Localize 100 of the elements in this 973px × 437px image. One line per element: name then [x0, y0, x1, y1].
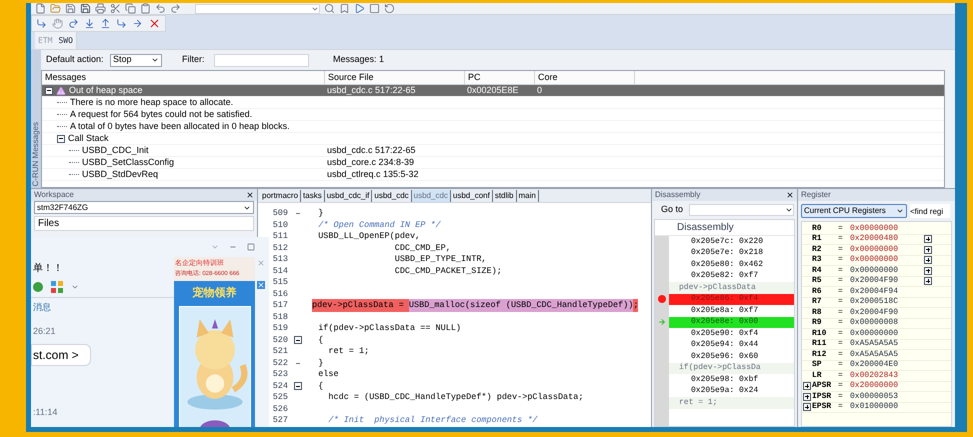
- filter-label: Filter:: [182, 53, 206, 66]
- redo-icon[interactable]: [170, 3, 181, 14]
- register-value: 0x20004F90: [850, 275, 900, 288]
- printer-icon[interactable]: [95, 3, 106, 14]
- message-link[interactable]: 消息: [31, 301, 174, 314]
- expand-icon[interactable]: [924, 256, 932, 264]
- caret-icon: [896, 207, 904, 215]
- close-icon[interactable]: [246, 191, 254, 199]
- project-dropdown[interactable]: stm32F746ZG: [34, 201, 254, 214]
- stop-icon[interactable]: [369, 3, 380, 14]
- hand-icon[interactable]: [52, 18, 63, 29]
- default-action-dropdown[interactable]: Stop: [110, 54, 162, 66]
- code-line: if(pdev->pClassData == NULL): [317, 322, 462, 336]
- register-value: 0x00000000: [850, 244, 900, 256]
- column-header[interactable]: Source File: [325, 71, 465, 84]
- message-text: Call Stack: [68, 132, 109, 145]
- filter-field[interactable]: [214, 54, 309, 66]
- expand-icon[interactable]: [803, 392, 811, 401]
- code-line: {: [317, 380, 324, 393]
- instruction-line: 0x205e82: 0xf7: [690, 270, 760, 282]
- play-icon[interactable]: [354, 3, 365, 14]
- register-name: R0: [812, 222, 823, 234]
- source-file-cell: usbd_ctlreq.c 135:5-32: [327, 168, 419, 179]
- undo-icon[interactable]: [155, 3, 166, 14]
- ad-title: 宠物领养: [192, 286, 236, 301]
- paste-icon[interactable]: [140, 3, 151, 14]
- bookmark-icon[interactable]: [339, 3, 350, 14]
- column-header[interactable]: Core: [535, 71, 635, 84]
- message-text: USBD_CDC_Init: [82, 144, 149, 157]
- message-text: A request for 564 bytes could not be satisfied.: [70, 108, 252, 121]
- message-row[interactable]: USBD_StdDevReq usbd_ctlreq.c 135:5-32: [42, 169, 944, 181]
- apps-icon[interactable]: [51, 281, 63, 293]
- register-name: R5: [812, 275, 823, 288]
- find-register-field[interactable]: <find regi: [910, 204, 950, 218]
- register-value: 0x00000000: [850, 254, 900, 266]
- default-action-label: Default action:: [46, 53, 105, 66]
- register-name: IPSR: [812, 390, 832, 402]
- maximize-icon[interactable]: [247, 243, 255, 251]
- collapse-icon[interactable]: [57, 134, 65, 142]
- register-name: R6: [812, 286, 823, 298]
- panel-side-tab[interactable]: C-RUN Messages: [31, 50, 41, 188]
- toolbar-tab[interactable]: SWO: [58, 34, 73, 46]
- editor-tab[interactable]: usbd_conf: [450, 190, 493, 202]
- search-icon[interactable]: [324, 3, 335, 14]
- editor-tab[interactable]: usbd_cdc_if: [324, 190, 372, 202]
- expand-icon[interactable]: [803, 382, 811, 390]
- collapse-icon[interactable]: [45, 86, 53, 94]
- message-row[interactable]: There is no more heap space to allocate.: [42, 97, 944, 109]
- highlighted-code: ;: [633, 299, 638, 312]
- caret-icon[interactable]: [71, 283, 79, 291]
- register-title: Register: [801, 189, 831, 201]
- message-row[interactable]: USBD_CDC_Init usbd_cdc.c 517:22-65: [42, 145, 944, 157]
- code-line: {: [317, 334, 324, 347]
- register-name: LR: [812, 370, 823, 382]
- chat-time: :11:14: [32, 406, 58, 419]
- save-icon[interactable]: [65, 3, 76, 14]
- new-file-icon[interactable]: [35, 3, 46, 14]
- expand-icon[interactable]: [924, 235, 932, 244]
- restart-icon[interactable]: [384, 3, 395, 14]
- editor-tab[interactable]: main: [516, 190, 539, 202]
- caret-icon[interactable]: [211, 243, 219, 251]
- message-row[interactable]: USBD_SetClassConfig usbd_core.c 234:8-39: [42, 157, 944, 169]
- cut-icon[interactable]: [110, 3, 121, 14]
- message-text: Out of heap space: [69, 84, 143, 97]
- instruction-line: 0x205e9a: 0x24: [690, 386, 760, 397]
- expand-icon[interactable]: [803, 403, 811, 412]
- expand-icon[interactable]: [924, 266, 932, 275]
- stop-debug-icon[interactable]: [148, 17, 161, 30]
- editor-tab[interactable]: usbd_cdc: [412, 190, 451, 202]
- message-row[interactable]: A request for 564 bytes could not be satisfied.: [42, 109, 944, 121]
- highlighted-code: pdev->pClassData =: [312, 299, 409, 312]
- save-all-icon[interactable]: [80, 3, 91, 14]
- column-header[interactable]: PC: [465, 71, 535, 84]
- copy-icon[interactable]: [125, 3, 136, 14]
- code-comment: /* Init physical Interface components */: [327, 414, 538, 427]
- register-value: 0x00000053: [850, 390, 900, 402]
- register-name: R1: [812, 233, 823, 246]
- message-row[interactable]: A total of 0 bytes have been allocated in 0 heap blocks.: [42, 121, 944, 133]
- expand-icon[interactable]: [924, 246, 932, 254]
- code-line: USBD_EP_TYPE_INTR,: [394, 253, 487, 266]
- register-group-dropdown[interactable]: Current CPU Registers: [801, 204, 907, 218]
- breakpoint-icon[interactable]: [658, 295, 666, 304]
- open-folder-icon[interactable]: [50, 3, 61, 14]
- equals-sign: =: [838, 338, 844, 350]
- editor-tab[interactable]: portmacro: [260, 190, 302, 202]
- column-header[interactable]: Messages: [42, 71, 325, 84]
- code-comment: /* Open Command IN EP */: [317, 218, 441, 232]
- code-line: else: [317, 368, 339, 382]
- fold-icon[interactable]: [294, 336, 302, 344]
- register-name: R12: [812, 348, 828, 360]
- goto-field[interactable]: [689, 204, 794, 216]
- expand-icon[interactable]: [924, 277, 932, 286]
- message-text: USBD_SetClassConfig: [82, 156, 174, 169]
- register-name: R11: [812, 338, 828, 350]
- editor-tab[interactable]: stdlib: [492, 190, 516, 202]
- message-row[interactable]: Out of heap space usbd_cdc.c 517:22-65 0x00205E8E 0: [42, 85, 944, 97]
- editor-tab[interactable]: tasks: [301, 190, 325, 202]
- close-icon[interactable]: [786, 191, 794, 199]
- message-row[interactable]: Call Stack: [42, 133, 944, 145]
- fold-icon[interactable]: [294, 382, 302, 390]
